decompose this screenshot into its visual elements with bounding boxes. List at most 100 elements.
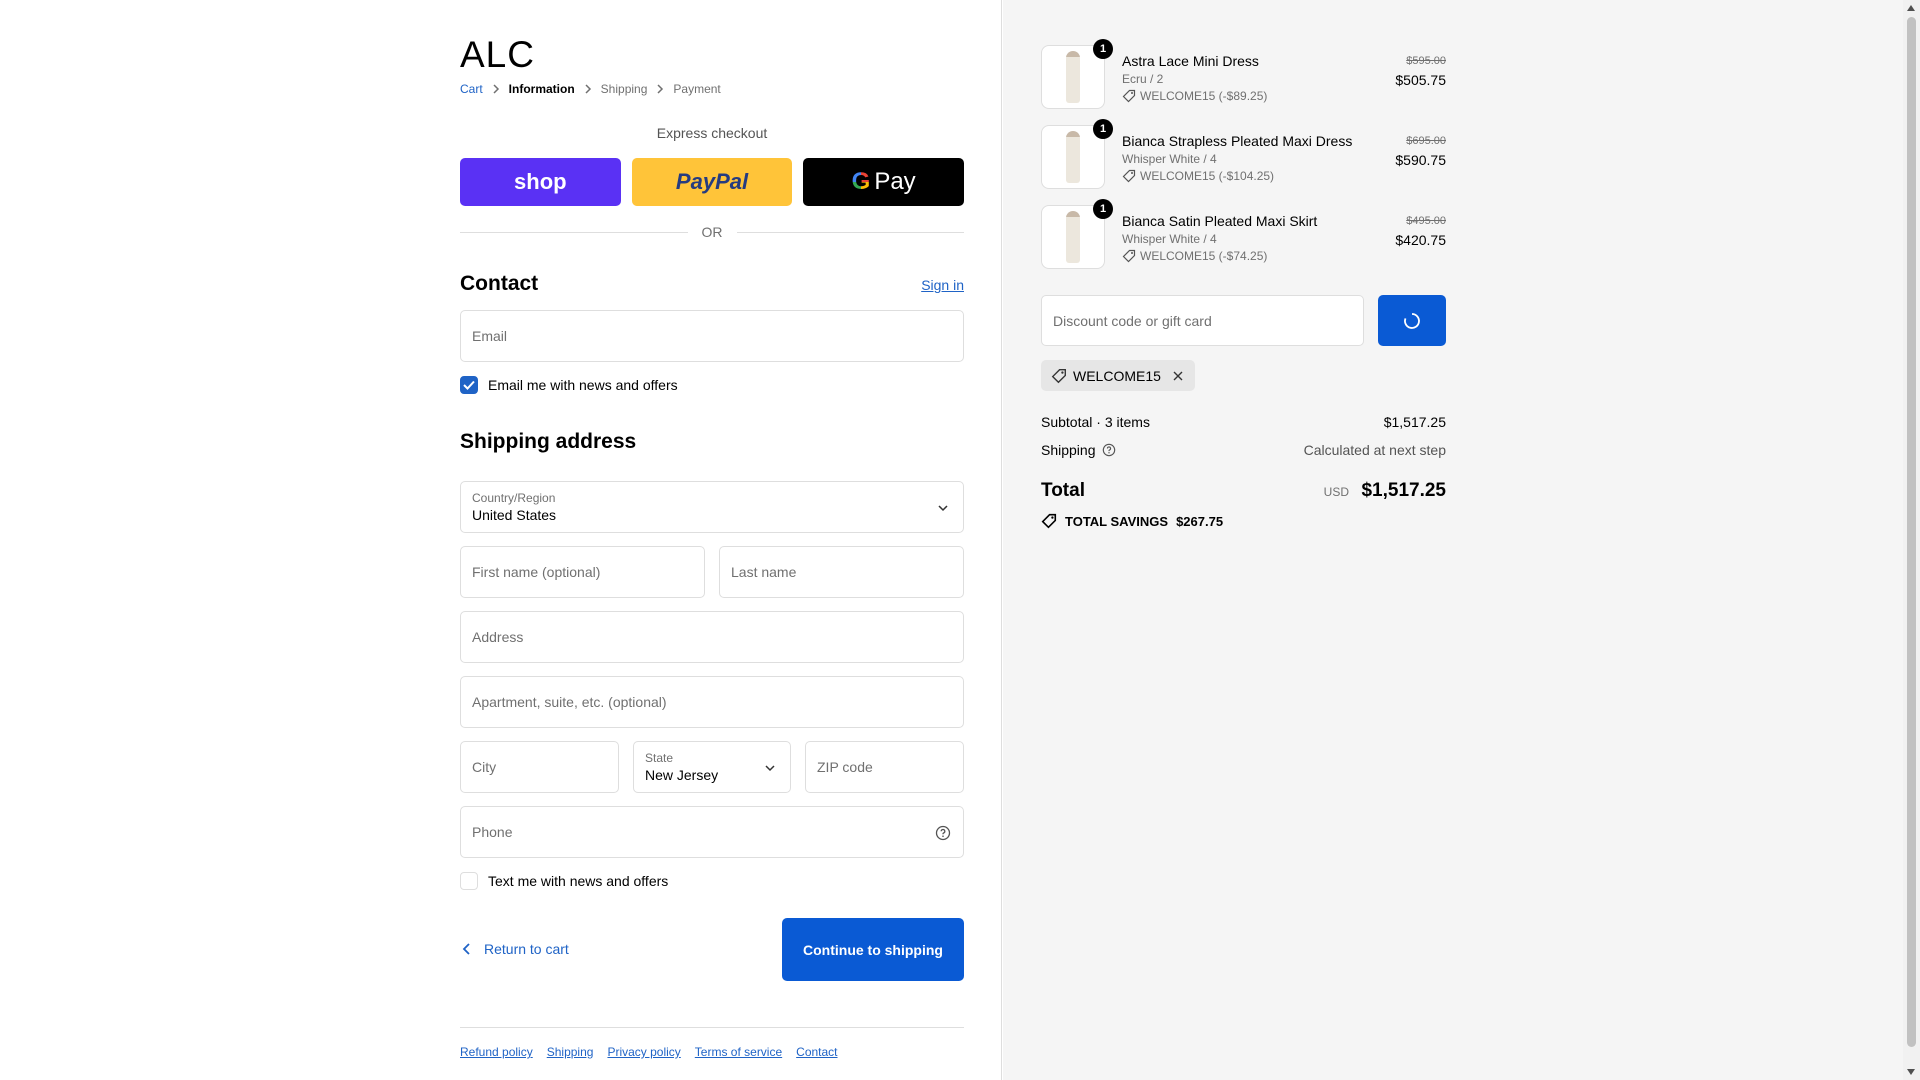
zip-placeholder: ZIP code [817, 759, 873, 775]
shop-pay-button[interactable]: shop [460, 158, 621, 206]
continue-to-shipping-button[interactable]: Continue to shipping [782, 918, 964, 981]
news-checkbox-label: Email me with news and offers [488, 377, 678, 393]
product-discount: WELCOME15 (-$89.25) [1122, 89, 1267, 103]
tag-icon [1122, 89, 1136, 103]
google-pay-label: Pay [874, 168, 916, 195]
contact-link[interactable]: Contact [796, 1045, 837, 1059]
product-discount-text: WELCOME15 (-$74.25) [1140, 249, 1268, 263]
sms-checkbox[interactable] [460, 872, 478, 890]
breadcrumb-shipping: Shipping [600, 82, 648, 96]
first-name-placeholder: First name (optional) [472, 564, 601, 580]
return-to-cart-link[interactable]: Return to cart [460, 941, 569, 957]
line-item: 1 Bianca Satin Pleated Maxi Skirt Whispe… [1041, 199, 1446, 271]
tag-icon [1051, 368, 1066, 383]
news-checkbox-row[interactable]: Email me with news and offers [460, 376, 678, 394]
address-placeholder: Address [472, 629, 524, 645]
discount-code-input[interactable]: Discount code or gift card [1041, 295, 1364, 346]
subtotal-row: Subtotal · 3 items $1,517.25 [1041, 414, 1446, 430]
subtotal-label: Subtotal · 3 items [1041, 414, 1150, 430]
applied-discount-chip: WELCOME15 [1041, 360, 1195, 391]
footer-divider [460, 1027, 964, 1028]
country-select[interactable]: Country/Region United States [460, 481, 964, 533]
apartment-field[interactable]: Apartment, suite, etc. (optional) [460, 676, 964, 728]
state-label: State [645, 751, 674, 765]
address-field[interactable]: Address [460, 611, 964, 663]
page-scrollbar[interactable] [1903, 0, 1920, 1080]
original-price: $695.00 [1406, 135, 1446, 147]
tag-icon [1041, 513, 1057, 529]
chevron-left-icon [462, 943, 470, 955]
breadcrumb: Cart Information Shipping Payment [460, 82, 721, 96]
google-g-icon: G [851, 168, 871, 195]
state-select[interactable]: State New Jersey [633, 741, 791, 793]
country-label: Country/Region [472, 491, 556, 505]
help-circle-icon[interactable] [1102, 443, 1116, 457]
apartment-placeholder: Apartment, suite, etc. (optional) [472, 694, 667, 710]
discounted-price: $420.75 [1395, 232, 1446, 248]
shipping-address-title: Shipping address [460, 430, 637, 453]
help-circle-icon[interactable] [935, 825, 951, 841]
email-field[interactable]: Email [460, 310, 964, 362]
chevron-right-icon [647, 84, 673, 94]
order-summary: 1 Astra Lace Mini Dress Ecru / 2 WELCOME… [1003, 0, 1903, 1080]
email-placeholder: Email [472, 328, 508, 344]
product-discount-text: WELCOME15 (-$104.25) [1140, 169, 1275, 183]
scroll-up-arrow-icon[interactable] [1907, 5, 1915, 11]
shipping-value: Calculated at next step [1303, 442, 1446, 458]
breadcrumb-payment: Payment [673, 82, 721, 96]
sms-checkbox-label: Text me with news and offers [488, 873, 669, 889]
last-name-field[interactable]: Last name [719, 546, 964, 598]
sms-checkbox-row[interactable]: Text me with news and offers [460, 872, 668, 890]
check-icon [463, 380, 475, 390]
terms-of-service-link[interactable]: Terms of service [695, 1045, 782, 1059]
product-name: Bianca Satin Pleated Maxi Skirt [1122, 213, 1318, 229]
line-item: 1 Astra Lace Mini Dress Ecru / 2 WELCOME… [1041, 39, 1446, 111]
first-name-field[interactable]: First name (optional) [460, 546, 705, 598]
or-divider: OR [460, 224, 964, 240]
chevron-down-icon [765, 765, 775, 772]
discounted-price: $590.75 [1395, 152, 1446, 168]
shipping-policy-link[interactable]: Shipping [547, 1045, 594, 1059]
last-name-placeholder: Last name [731, 564, 797, 580]
google-pay-button[interactable]: G Pay [803, 158, 965, 206]
country-value: United States [472, 507, 557, 523]
news-checkbox[interactable] [460, 376, 478, 394]
privacy-policy-link[interactable]: Privacy policy [607, 1045, 680, 1059]
sign-in-link[interactable]: Sign in [921, 277, 964, 293]
shipping-row: Shipping Calculated at next step [1041, 442, 1446, 458]
close-icon[interactable] [1171, 369, 1185, 383]
breadcrumb-information: Information [508, 82, 575, 96]
total-label: Total [1041, 480, 1085, 501]
paypal-button[interactable]: PayPal [631, 158, 793, 206]
product-discount: WELCOME15 (-$74.25) [1122, 249, 1267, 263]
product-variant: Whisper White / 4 [1122, 152, 1217, 166]
checkout-main: ALC Cart Information Shipping Payment Ex… [0, 0, 1002, 1080]
total-row: Total USD $1,517.25 [1041, 480, 1446, 502]
scroll-down-arrow-icon[interactable] [1907, 1069, 1915, 1075]
discount-code-placeholder: Discount code or gift card [1053, 312, 1212, 329]
city-placeholder: City [472, 759, 497, 775]
product-name: Astra Lace Mini Dress [1122, 53, 1259, 69]
subtotal-value: $1,517.25 [1383, 414, 1446, 430]
scrollbar-thumb[interactable] [1907, 17, 1916, 1047]
zip-field[interactable]: ZIP code [805, 741, 964, 793]
refund-policy-link[interactable]: Refund policy [460, 1045, 533, 1059]
express-checkout-title: Express checkout [656, 125, 768, 141]
express-buttons: shop PayPal G Pay [460, 158, 965, 206]
line-item: 1 Bianca Strapless Pleated Maxi Dress Wh… [1041, 119, 1446, 191]
quantity-badge: 1 [1093, 39, 1113, 59]
total-savings-label: TOTAL SAVINGS [1065, 513, 1169, 529]
store-logo[interactable]: ALC [460, 36, 535, 73]
breadcrumb-cart[interactable]: Cart [460, 82, 483, 96]
tag-icon [1122, 249, 1136, 263]
product-variant: Ecru / 2 [1122, 72, 1164, 86]
city-field[interactable]: City [460, 741, 619, 793]
apply-discount-button[interactable] [1378, 295, 1446, 346]
phone-field[interactable]: Phone [460, 806, 964, 858]
shipping-label: Shipping [1041, 442, 1096, 458]
chevron-down-icon [938, 505, 948, 512]
original-price: $595.00 [1406, 55, 1446, 67]
product-name: Bianca Strapless Pleated Maxi Dress [1122, 133, 1353, 149]
product-discount-text: WELCOME15 (-$89.25) [1140, 89, 1268, 103]
total-savings-value: $267.75 [1176, 513, 1224, 529]
